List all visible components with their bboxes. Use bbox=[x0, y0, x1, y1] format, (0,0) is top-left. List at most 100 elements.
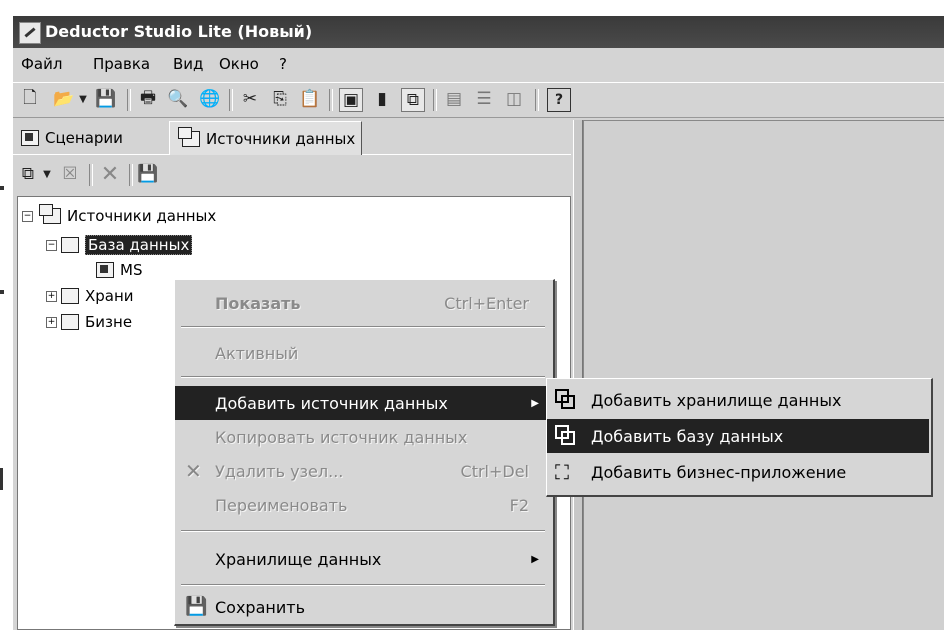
new-file-icon[interactable]: 🗋 bbox=[19, 88, 41, 110]
dropdown-arrow-icon[interactable]: ▼ bbox=[77, 88, 89, 110]
activate-icon[interactable]: ☒ bbox=[59, 163, 81, 185]
tree-root-label: Источники данных bbox=[67, 207, 217, 225]
cut-icon[interactable]: ✂ bbox=[239, 88, 261, 110]
save-icon[interactable]: 💾 bbox=[95, 88, 117, 110]
submenu-item-label: Добавить базу данных bbox=[591, 426, 784, 446]
warehouse-icon bbox=[555, 389, 577, 411]
tree-item-label: База данных bbox=[85, 235, 193, 255]
menu-help[interactable]: ? bbox=[279, 55, 287, 73]
business-app-icon: ⛶ bbox=[555, 460, 569, 484]
scenarios-icon[interactable]: ▣ bbox=[339, 88, 363, 112]
folder-icon bbox=[61, 288, 79, 304]
print-preview-icon[interactable]: 🔍 bbox=[167, 88, 189, 110]
tree-item-label: Храни bbox=[85, 287, 134, 305]
database-icon bbox=[555, 425, 577, 447]
paste-icon[interactable]: 📋 bbox=[299, 88, 321, 110]
submenu-item-label: Добавить бизнес-приложение bbox=[591, 462, 847, 482]
key-icon bbox=[96, 262, 114, 278]
print-icon[interactable]: 🖶 bbox=[137, 88, 159, 110]
window-icon-3[interactable]: ◫ bbox=[503, 88, 525, 110]
tree-item-label: Бизне bbox=[85, 313, 133, 331]
menu-item-label: Копировать источник данных bbox=[215, 427, 468, 447]
menu-item-label: Добавить источник данных bbox=[215, 393, 448, 413]
open-icon[interactable]: 📂 bbox=[53, 88, 75, 110]
menu-item-label: Удалить узел... bbox=[215, 461, 344, 481]
toolbar-separator bbox=[329, 89, 333, 111]
submenu-item-label: Добавить хранилище данных bbox=[591, 390, 842, 410]
help-icon[interactable]: ? bbox=[547, 88, 571, 112]
tab-scenarios[interactable]: Сценарии bbox=[15, 124, 129, 152]
edge-mark bbox=[0, 468, 3, 490]
tab-label: Источники данных bbox=[206, 129, 356, 148]
menu-item-active[interactable]: Активный bbox=[175, 336, 551, 370]
menu-item-label: Активный bbox=[215, 343, 299, 363]
menu-bar: Файл Правка Вид Окно ? bbox=[13, 50, 944, 78]
dropdown-arrow-icon[interactable]: ▼ bbox=[41, 163, 53, 185]
tree-item-database[interactable]: − База данных bbox=[46, 235, 193, 255]
menu-separator bbox=[181, 376, 545, 378]
datasources-icon[interactable]: ⧉ bbox=[401, 88, 425, 112]
menu-window[interactable]: Окно bbox=[219, 55, 259, 73]
toolbar-separator bbox=[89, 164, 93, 186]
menu-item-label: Сохранить bbox=[215, 597, 305, 617]
menu-view[interactable]: Вид bbox=[173, 55, 203, 73]
tree-item-business[interactable]: + Бизне bbox=[46, 313, 132, 331]
expand-icon[interactable]: + bbox=[46, 290, 57, 302]
app-icon bbox=[19, 22, 41, 44]
window-icon-2[interactable]: ☰ bbox=[473, 88, 495, 110]
menu-item-shortcut: Ctrl+Enter bbox=[444, 293, 529, 313]
menu-item-warehouse[interactable]: Хранилище данных ▶ bbox=[175, 542, 551, 576]
main-toolbar: 🗋 📂 ▼ 💾 🖶 🔍 🌐 ✂ ⎘ 📋 ▣ ▮ ⧉ ▤ ☰ ◫ ? bbox=[13, 82, 944, 118]
menu-item-show[interactable]: Показать Ctrl+Enter bbox=[175, 286, 551, 320]
submenu-item-add-business-app[interactable]: ⛶ Добавить бизнес-приложение bbox=[547, 455, 929, 489]
save-icon[interactable]: 💾 bbox=[137, 163, 159, 185]
menu-item-rename[interactable]: Переименовать F2 bbox=[175, 488, 551, 522]
submenu: Добавить хранилище данных Добавить базу … bbox=[546, 378, 933, 497]
tree-item-ms[interactable]: MS bbox=[96, 261, 142, 279]
menu-item-add-datasource[interactable]: Добавить источник данных ▶ bbox=[175, 386, 551, 420]
tree-root[interactable]: − Источники данных bbox=[22, 204, 217, 225]
datasources-icon bbox=[178, 126, 200, 147]
menu-separator bbox=[181, 530, 545, 532]
toolbar-separator bbox=[229, 89, 233, 111]
menu-item-label: Переименовать bbox=[215, 495, 348, 515]
edge-mark bbox=[0, 290, 4, 294]
toolbar-separator bbox=[535, 89, 539, 111]
menu-item-shortcut: Ctrl+Del bbox=[460, 461, 529, 481]
copy-icon[interactable]: ⎘ bbox=[269, 88, 291, 110]
add-datasource-icon[interactable]: ⧉ bbox=[17, 163, 39, 185]
toolbar-separator bbox=[127, 89, 131, 111]
globe-icon[interactable]: 🌐 bbox=[199, 88, 221, 110]
datasources-icon bbox=[39, 204, 61, 224]
folder-icon bbox=[61, 237, 79, 253]
window-icon-1[interactable]: ▤ bbox=[443, 88, 465, 110]
menu-edit[interactable]: Правка bbox=[93, 55, 150, 73]
delete-icon[interactable]: ✕ bbox=[99, 162, 121, 187]
collapse-icon[interactable]: − bbox=[22, 210, 33, 222]
panel-splitter[interactable] bbox=[573, 120, 583, 630]
tab-datasources[interactable]: Источники данных bbox=[169, 121, 363, 155]
collapse-icon[interactable]: − bbox=[46, 239, 57, 251]
expand-icon[interactable]: + bbox=[46, 316, 57, 328]
panel-toolbar: ⧉ ▼ ☒ ✕ 💾 bbox=[13, 158, 571, 192]
tree-item-warehouse[interactable]: + Храни bbox=[46, 287, 134, 305]
window-title: Deductor Studio Lite (Новый) bbox=[45, 22, 313, 41]
tab-label: Сценарии bbox=[45, 129, 123, 147]
menu-file[interactable]: Файл bbox=[21, 55, 62, 73]
menu-item-label: Показать bbox=[215, 293, 301, 313]
context-menu: Показать Ctrl+Enter Активный Добавить ис… bbox=[174, 279, 555, 626]
submenu-item-add-database[interactable]: Добавить базу данных bbox=[547, 419, 929, 453]
menu-item-shortcut: F2 bbox=[509, 495, 529, 515]
workspace-area bbox=[583, 120, 944, 630]
menu-item-copy-datasource[interactable]: Копировать источник данных bbox=[175, 420, 551, 454]
menu-separator bbox=[181, 326, 545, 328]
book-icon[interactable]: ▮ bbox=[371, 88, 393, 110]
edge-mark bbox=[0, 186, 4, 190]
scenarios-icon bbox=[21, 130, 39, 146]
menu-separator bbox=[181, 584, 545, 586]
menu-item-save[interactable]: 💾 Сохранить bbox=[175, 590, 551, 624]
submenu-item-add-warehouse[interactable]: Добавить хранилище данных bbox=[547, 383, 929, 417]
menu-item-delete-node[interactable]: ✕ Удалить узел... Ctrl+Del bbox=[175, 454, 551, 488]
tree-item-label: MS bbox=[120, 261, 143, 279]
panel-tabs: Сценарии Источники данных bbox=[13, 120, 571, 155]
